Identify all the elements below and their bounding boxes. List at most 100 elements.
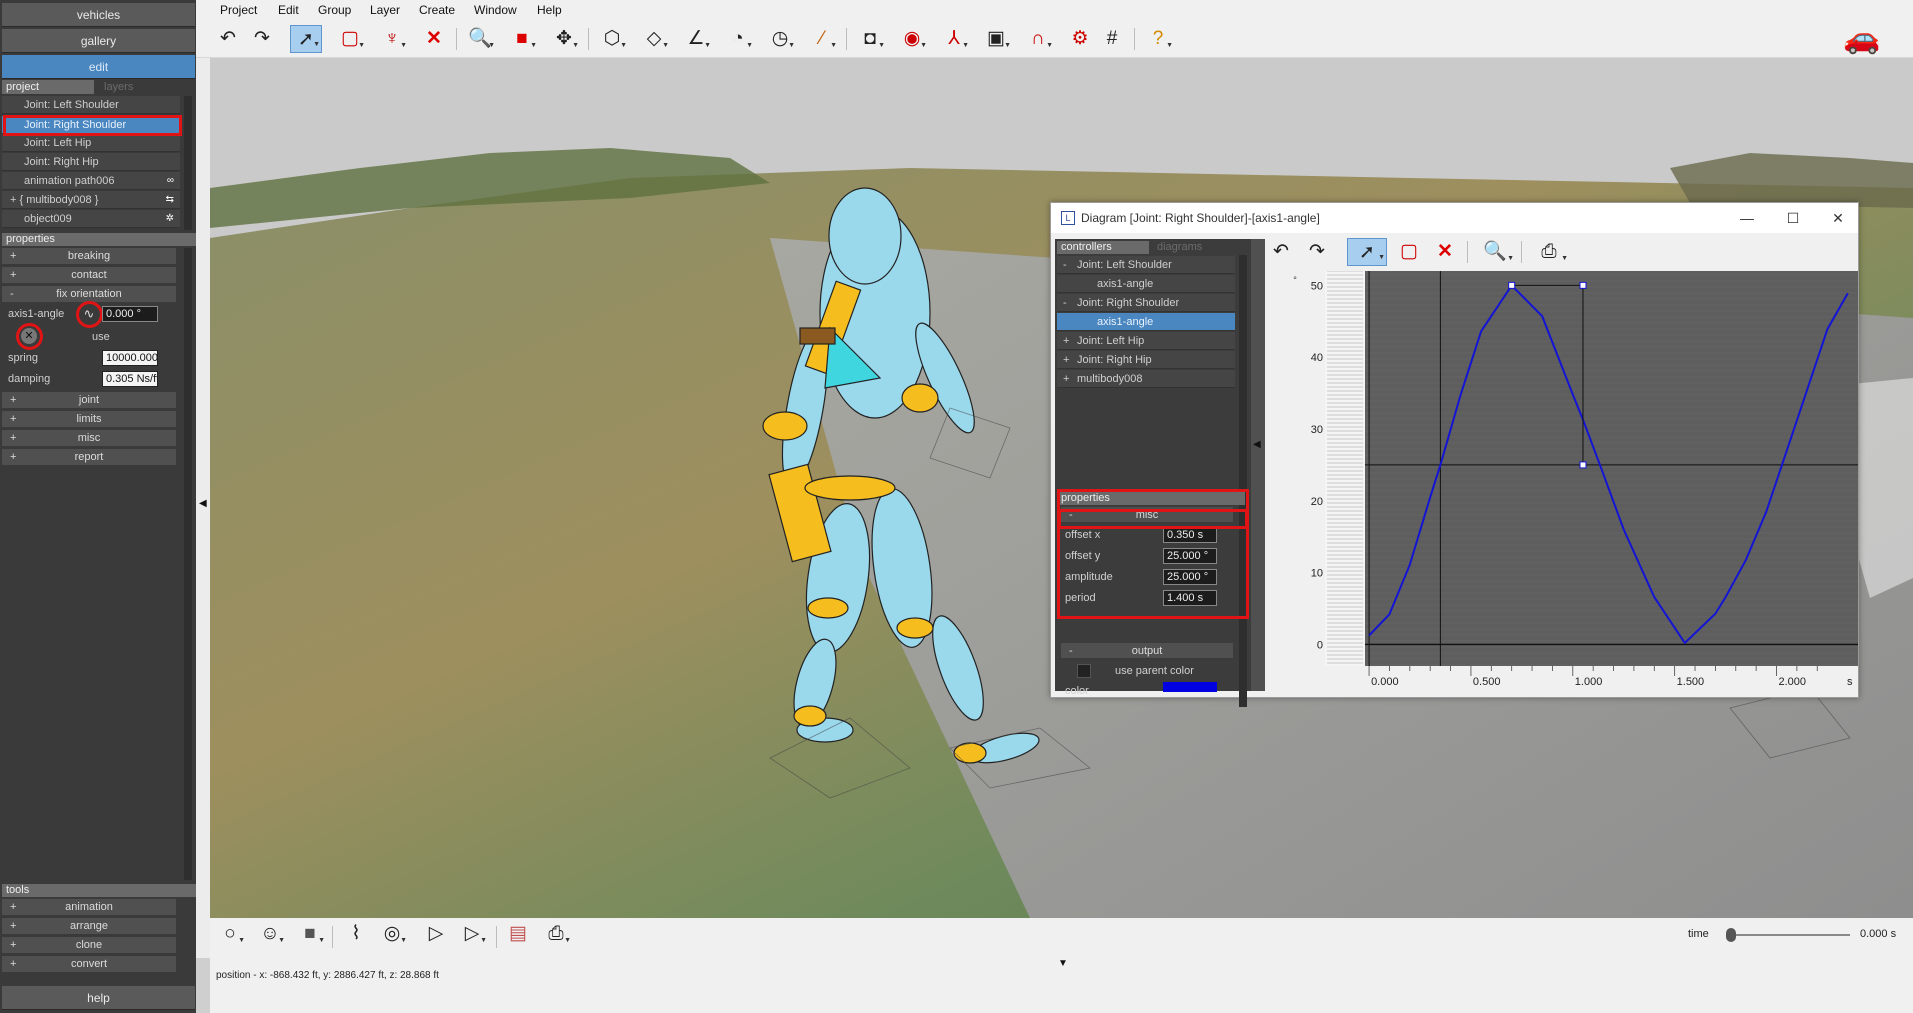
curve-plot[interactable]: ° 50 40 30 20 10 0 0.000 0.500 1.000 1.500 2.000 s (1265, 270, 1858, 697)
use-parent-color-checkbox[interactable] (1077, 664, 1091, 678)
close-icon[interactable]: ✕ (1818, 207, 1858, 229)
tree-item-left-hip[interactable]: Joint: Left Hip (2, 134, 180, 152)
section-joint[interactable]: + joint (2, 392, 176, 409)
print-icon[interactable]: ⎙ ▼ (540, 920, 572, 948)
graph-icon[interactable]: ⌇ (340, 920, 372, 948)
axis1-angle-input[interactable]: 0.000 ° (102, 306, 158, 322)
tree-item-right-hip[interactable]: Joint: Right Hip (2, 153, 180, 171)
report-icon[interactable]: ▤ (502, 920, 534, 948)
controller-tree-sign[interactable]: + (1063, 370, 1069, 388)
print-icon[interactable]: ⎙ ▼ (1529, 238, 1569, 266)
controllers-scrollbar[interactable] (1239, 255, 1247, 707)
light-icon[interactable]: ▣ ▼ (980, 25, 1012, 53)
dial-icon[interactable]: ◔ ▼ (722, 25, 754, 53)
undo-icon[interactable]: ↶ (212, 25, 244, 53)
menu-layer[interactable]: Layer (370, 3, 400, 17)
tree-prune-icon[interactable]: ♆ ▼ (376, 25, 408, 53)
material-icon[interactable]: ■ ▼ (294, 920, 326, 948)
redo-icon[interactable]: ↷ (1301, 238, 1333, 266)
diagram-titlebar[interactable]: L Diagram [Joint: Right Shoulder]-[axis1… (1051, 203, 1858, 233)
step-icon[interactable]: ▷ ▼ (456, 920, 488, 948)
controller-tree-item[interactable]: + Joint: Left Hip (1057, 332, 1235, 350)
properties-scrollbar[interactable] (184, 248, 192, 880)
tool-animation[interactable]: + animation (2, 899, 176, 916)
diagram-splitter[interactable]: ◀ (1251, 239, 1265, 691)
section-report[interactable]: + report (2, 449, 176, 466)
play-icon[interactable]: ▷ (420, 920, 452, 948)
delete-x-icon[interactable]: ✕ (1429, 238, 1461, 266)
move-icon[interactable]: ✥ ▼ (548, 25, 580, 53)
rectangle-select-icon[interactable]: ▢ (1393, 238, 1425, 266)
plane-icon[interactable]: ◇ ▼ (638, 25, 670, 53)
control-point[interactable] (1579, 461, 1587, 469)
expand-arrow-icon[interactable]: ▼ (1058, 958, 1068, 969)
section-limits[interactable]: + limits (2, 411, 176, 428)
rectangle-select-icon[interactable]: ▢ ▼ (334, 25, 366, 53)
menu-group[interactable]: Group (318, 3, 351, 17)
redo-icon[interactable]: ↷ (246, 25, 278, 53)
menu-help[interactable]: Help (537, 3, 562, 17)
tool-clone[interactable]: + clone (2, 937, 176, 954)
menu-project[interactable]: Project (220, 3, 257, 17)
controller-tree-item[interactable]: - Joint: Left Shoulder (1057, 256, 1235, 274)
delete-x-icon[interactable]: ✕ (418, 25, 450, 53)
controller-tree-sign[interactable]: - (1063, 256, 1067, 274)
gauge-icon[interactable]: ◷ ▼ (764, 25, 796, 53)
spring-input[interactable]: 10000.000 (102, 350, 158, 366)
menu-create[interactable]: Create (419, 3, 455, 17)
tree-item-multibody[interactable]: + { multibody008 } ⇆ (2, 191, 180, 209)
time-slider-handle[interactable] (1726, 928, 1736, 942)
tool-arrange[interactable]: + arrange (2, 918, 176, 935)
select-arrow-icon[interactable]: ➚ ▼ (290, 25, 322, 53)
controller-tree-item[interactable]: + multibody008 (1057, 370, 1235, 388)
tree-item-object[interactable]: object009 ✲ (2, 210, 180, 228)
tree-item-animation-path[interactable]: animation path006 ∞ (2, 172, 180, 190)
collapse-arrow-icon[interactable]: ◀ (199, 498, 207, 509)
record-icon[interactable]: ◉ ▼ (896, 25, 928, 53)
controller-tree-sign[interactable]: - (1063, 294, 1067, 312)
tree-item-left-shoulder[interactable]: Joint: Left Shoulder (2, 96, 180, 114)
cube-icon[interactable]: ■ ▼ (506, 25, 538, 53)
panel-splitter[interactable]: ◀ (196, 58, 210, 958)
control-point[interactable] (1579, 281, 1587, 289)
maximize-icon[interactable]: ☐ (1773, 207, 1813, 229)
section-output[interactable]: - output (1061, 643, 1233, 659)
controller-tree-item[interactable]: + Joint: Right Hip (1057, 351, 1235, 369)
tab-project[interactable]: project (2, 80, 94, 94)
zoom-icon[interactable]: 🔍 ▼ (464, 25, 496, 53)
time-slider-track[interactable] (1726, 934, 1850, 936)
tab-layers[interactable]: layers (100, 80, 190, 94)
grid-icon[interactable]: # (1096, 25, 1128, 53)
help-button[interactable]: help (2, 986, 195, 1010)
color-swatch[interactable] (1163, 682, 1217, 692)
head-icon[interactable]: ☺ ▼ (254, 920, 286, 948)
control-point[interactable] (1508, 281, 1516, 289)
settings-icon[interactable]: ⚙ (1064, 25, 1096, 53)
damping-input[interactable]: 0.305 Ns/ft (102, 371, 158, 387)
sphere-icon[interactable]: ○ ▼ (214, 920, 246, 948)
controller-tree-sign[interactable]: + (1063, 351, 1069, 369)
camera-rotate-icon[interactable]: ◎ ▼ (376, 920, 408, 948)
section-misc[interactable]: + misc (2, 430, 176, 447)
menu-window[interactable]: Window (474, 3, 517, 17)
zoom-icon[interactable]: 🔍 ▼ (1475, 238, 1515, 266)
minimize-icon[interactable]: — (1727, 207, 1767, 229)
vehicles-button[interactable]: vehicles (2, 3, 195, 27)
camera-frame-icon[interactable]: ◘ ▼ (854, 25, 886, 53)
help-icon[interactable]: ? ▼ (1142, 25, 1174, 53)
controller-tree-item[interactable]: axis1-angle (1057, 313, 1235, 331)
controller-tree-item[interactable]: axis1-angle (1057, 275, 1235, 293)
spring-icon[interactable]: ⁄ ▼ (806, 25, 838, 53)
magnet-icon[interactable]: ∩ ▼ (1022, 25, 1054, 53)
section-contact[interactable]: + contact (2, 267, 176, 284)
gallery-button[interactable]: gallery (2, 29, 195, 53)
tree-scrollbar[interactable] (184, 96, 192, 230)
select-arrow-icon[interactable]: ➚ ▼ (1347, 238, 1387, 266)
section-breaking[interactable]: + breaking (2, 248, 176, 265)
tool-convert[interactable]: + convert (2, 956, 176, 973)
tab-controllers[interactable]: controllers (1057, 241, 1149, 254)
tab-diagrams[interactable]: diagrams (1153, 241, 1243, 254)
angle-icon[interactable]: ∠ ▼ (680, 25, 712, 53)
axes-icon[interactable]: ⅄ ▼ (938, 25, 970, 53)
controller-tree-item[interactable]: - Joint: Right Shoulder (1057, 294, 1235, 312)
